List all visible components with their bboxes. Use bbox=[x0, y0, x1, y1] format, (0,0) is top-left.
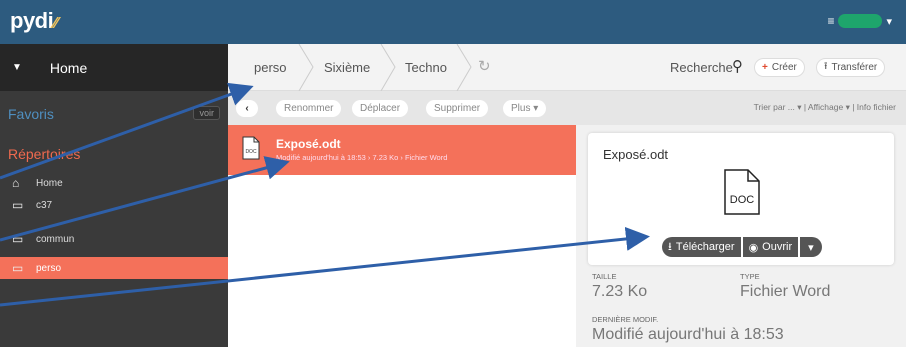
sidebar-home-label: Home bbox=[49, 59, 88, 76]
breadcrumb-item-sixieme[interactable]: Sixième bbox=[324, 60, 370, 75]
hamburger-icon: ≡ bbox=[827, 14, 835, 28]
modified-value: Modifié aujourd'hui à 18:53 bbox=[592, 326, 784, 343]
avatar bbox=[838, 14, 883, 28]
home-icon: ⌂ bbox=[12, 176, 20, 190]
view-options[interactable]: Trier par ... ▾ | Affichage ▾ | Info fic… bbox=[754, 102, 896, 113]
directories-title: Répertoires bbox=[8, 146, 81, 162]
favorites-voir-button[interactable]: voir bbox=[193, 106, 220, 120]
file-list: DOC Exposé.odt Modifié aujourd'hui à 18:… bbox=[228, 125, 576, 347]
create-label: Créer bbox=[771, 62, 797, 73]
type-value: Fichier Word bbox=[740, 283, 831, 300]
transfer-button[interactable]: ⭱ Transférer bbox=[816, 58, 886, 77]
app-logo[interactable]: pydi⁄⁄ bbox=[10, 8, 58, 34]
sidebar: ▼ Home Favoris voir Répertoires ⌂ Home ▭… bbox=[0, 44, 228, 347]
sidebar-item-c37[interactable]: ▭ c37 bbox=[0, 194, 228, 216]
more-button[interactable]: Plus ▾ bbox=[503, 100, 547, 117]
breadcrumb-item-perso[interactable]: perso bbox=[254, 60, 287, 75]
caret-down-icon: ▾ bbox=[808, 241, 814, 254]
more-options-dropdown[interactable]: ▾ bbox=[800, 237, 822, 257]
list-item[interactable]: DOC Exposé.odt Modifié aujourd'hui à 18:… bbox=[228, 125, 576, 175]
download-button[interactable]: ⭳ Télécharger bbox=[662, 237, 741, 257]
create-button[interactable]: + Créer bbox=[754, 58, 805, 77]
search-icon[interactable]: ⚲ bbox=[732, 57, 743, 75]
transfer-label: Transférer bbox=[831, 62, 878, 73]
document-icon: DOC bbox=[724, 169, 760, 215]
breadcrumb-separator bbox=[298, 44, 314, 91]
sidebar-item-label: c37 bbox=[36, 199, 53, 211]
move-button[interactable]: Déplacer bbox=[352, 100, 409, 117]
sidebar-item-perso[interactable]: ▭ perso bbox=[0, 257, 228, 279]
document-icon-label: DOC bbox=[245, 149, 257, 155]
sidebar-home-header[interactable]: ▼ Home bbox=[0, 44, 228, 91]
open-label: Ouvrir bbox=[762, 241, 793, 253]
sidebar-item-home[interactable]: ⌂ Home bbox=[0, 172, 228, 194]
download-icon: ⭳ bbox=[668, 240, 672, 253]
eye-icon: ◉ bbox=[748, 241, 759, 254]
folder-icon: ▭ bbox=[12, 261, 24, 275]
folder-icon: ▭ bbox=[12, 232, 24, 246]
caret-down-icon: ▼ bbox=[12, 62, 22, 73]
chevron-left-icon: ‹ bbox=[245, 103, 249, 114]
user-menu[interactable]: ≡ ▾ bbox=[827, 14, 892, 28]
upload-icon: ⭱ bbox=[824, 61, 828, 72]
size-label: TAILLE bbox=[592, 272, 617, 281]
sidebar-item-label: commun bbox=[36, 233, 75, 245]
top-bar: pydi⁄⁄ ≡ ▾ bbox=[0, 0, 906, 44]
sidebar-item-label: perso bbox=[36, 262, 62, 274]
action-toolbar: ‹ Renommer Déplacer Supprimer Plus ▾ Tri… bbox=[228, 91, 906, 125]
document-icon-label: DOC bbox=[730, 194, 755, 206]
refresh-icon[interactable]: ↻ bbox=[478, 57, 491, 75]
breadcrumb-separator bbox=[456, 44, 472, 91]
detail-title: Exposé.odt bbox=[603, 147, 669, 162]
rename-button[interactable]: Renommer bbox=[276, 100, 342, 117]
breadcrumb-item-techno[interactable]: Techno bbox=[405, 60, 447, 75]
size-value: 7.23 Ko bbox=[592, 283, 648, 300]
folder-icon: ▭ bbox=[12, 198, 24, 212]
download-button-group: ⭳ Télécharger ◉ Ouvrir ▾ bbox=[662, 237, 822, 257]
type-label: TYPE bbox=[740, 272, 760, 281]
detail-card: Exposé.odt DOC ⭳ Télécharger ◉ Ouvrir ▾ bbox=[588, 133, 894, 265]
document-icon: DOC bbox=[242, 136, 260, 160]
plus-icon: + bbox=[762, 62, 768, 73]
download-label: Télécharger bbox=[675, 241, 735, 253]
file-detail-panel: Exposé.odt DOC ⭳ Télécharger ◉ Ouvrir ▾ … bbox=[576, 125, 906, 347]
open-button[interactable]: ◉ Ouvrir bbox=[742, 237, 799, 257]
sidebar-item-label: Home bbox=[36, 177, 63, 189]
modified-label: DERNIÈRE MODIF. bbox=[592, 315, 659, 324]
file-name: Exposé.odt bbox=[276, 137, 341, 151]
sidebar-item-commun[interactable]: ▭ commun bbox=[0, 228, 228, 250]
breadcrumb-separator bbox=[380, 44, 396, 91]
file-meta: Modifié aujourd'hui à 18:53 › 7.23 Ko › … bbox=[276, 153, 448, 162]
favorites-title: Favoris bbox=[8, 106, 54, 122]
delete-button[interactable]: Supprimer bbox=[426, 100, 489, 117]
chevron-down-icon: ▾ bbox=[886, 15, 892, 28]
search-label[interactable]: Recherche bbox=[670, 60, 733, 75]
back-button[interactable]: ‹ bbox=[236, 100, 258, 117]
breadcrumb: perso Sixième Techno ↻ Recherche ⚲ + Cré… bbox=[228, 44, 906, 91]
